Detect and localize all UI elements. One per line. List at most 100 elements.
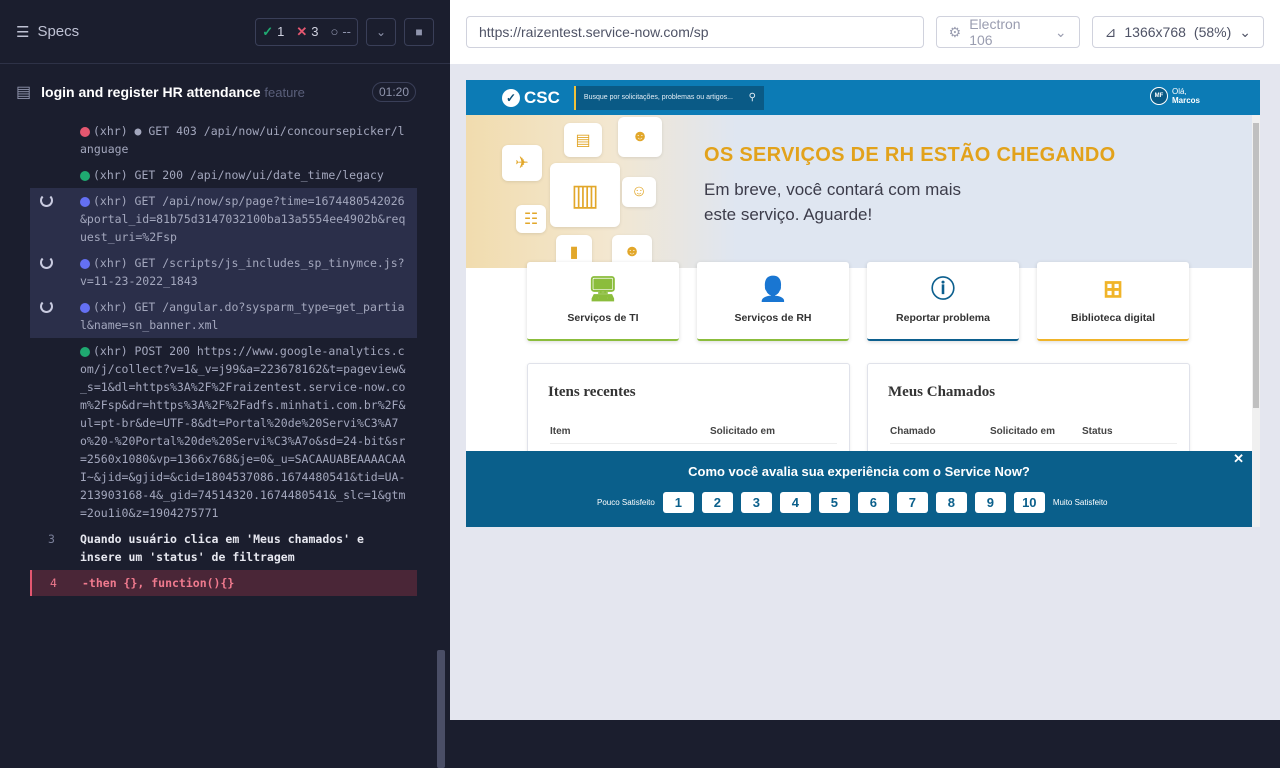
viewport-selector[interactable]: ⊿ 1366x768 (58%) ⌄: [1091, 16, 1264, 48]
hr-banner: ▤ ☻ ✈ ▥ ☺ ☷ ▮ ☻ OS SERVIÇOS DE RH ESTÃO …: [466, 115, 1260, 268]
log-text: (xhr) GET /scripts/js_includes_sp_tinymc…: [80, 256, 405, 288]
service-cards: 🖥 Serviços de TI 👤 Serviços de RH ⓘ Reportar …: [527, 262, 1189, 341]
specs-button[interactable]: ☰ Specs: [16, 23, 79, 41]
status-dot-icon: [80, 126, 90, 137]
status-dot-icon: [80, 196, 90, 207]
satisfaction-survey: Como você avalia sua experiência com o S…: [466, 451, 1252, 527]
document-icon: ▤: [16, 84, 32, 101]
log-entry[interactable]: (xhr) GET /angular.do?sysparm_type=get_p…: [30, 294, 417, 338]
test-step[interactable]: 4 -then {}, function(){}: [30, 570, 417, 596]
step-text: -then {}, function(){}: [82, 576, 235, 590]
user-name: Marcos: [1171, 96, 1200, 105]
log-entry[interactable]: (xhr) ● GET 403 /api/now/ui/concoursepic…: [30, 118, 417, 162]
url-field[interactable]: https://raizentest.service-now.com/sp: [466, 16, 924, 48]
card-label: Biblioteca digital: [1070, 311, 1155, 324]
card-label: Reportar problema: [896, 311, 990, 324]
rating-button[interactable]: 9: [974, 492, 1006, 513]
portal-logo[interactable]: ✓ CSC: [502, 88, 560, 108]
failed-count: ✕ 3: [296, 23, 319, 40]
status-dot-icon: [80, 258, 90, 269]
rating-scale: Pouco Satisfeito 1 2 3 4 5 6 7 8 9 10 Muito Satisf…: [597, 492, 1108, 513]
greeting: Olá,: [1171, 87, 1187, 96]
rating-button[interactable]: 8: [935, 492, 967, 513]
runner-header: ☰ Specs ✓ 1 ✕ 3 ○ -- ⌄ ■: [0, 0, 450, 64]
spinner-icon: [40, 194, 53, 207]
close-icon[interactable]: ✕: [1233, 451, 1244, 467]
spinner-icon: [40, 256, 53, 269]
user-menu[interactable]: MF Olá, Marcos: [1149, 87, 1200, 105]
chevron-down-icon: ⌄: [1054, 23, 1067, 40]
rating-button[interactable]: 6: [857, 492, 889, 513]
test-step[interactable]: 3 Quando usuário clica em 'Meus chamados'…: [30, 526, 417, 570]
log-text: (xhr) GET 200 /api/now/ui/date_time/lega…: [93, 168, 384, 182]
pending-count: ○ --: [330, 24, 351, 39]
column-requested: Solicitado em: [710, 426, 776, 437]
card-label: Serviços de RH: [734, 311, 812, 324]
service-card[interactable]: ⓘ Reportar problema: [867, 262, 1019, 341]
survey-question: Como você avalia sua experiência com o S…: [688, 464, 1030, 479]
log-text: (xhr) GET /api/now/sp/page?time=16744805…: [80, 194, 406, 244]
stop-button[interactable]: ■: [404, 17, 434, 46]
spec-header[interactable]: ▤ login and register HR attendance featu…: [16, 76, 416, 108]
scale-low-label: Pouco Satisfeito: [597, 498, 655, 507]
check-icon: ✓: [262, 23, 274, 39]
rating-button[interactable]: 7: [896, 492, 928, 513]
browser-selector[interactable]: ⚙ Electron 106 ⌄: [935, 16, 1080, 48]
log-scrollbar[interactable]: [434, 64, 448, 768]
recent-items-panel: Itens recentes Item Solicitado em: [527, 363, 850, 463]
iframe-scrollbar[interactable]: [1252, 115, 1260, 527]
log-text: (xhr) ● GET 403 /api/now/ui/concoursepic…: [80, 124, 405, 156]
search-icon[interactable]: ⚲: [749, 92, 756, 103]
step-number: 4: [50, 576, 57, 590]
log-text: (xhr) GET /angular.do?sysparm_type=get_p…: [80, 300, 405, 332]
rating-button[interactable]: 5: [818, 492, 850, 513]
step-text: Quando usuário clica em 'Meus chamados' …: [80, 532, 364, 564]
circle-icon: ○: [330, 24, 339, 39]
my-tickets-panel: Meus Chamados Chamado Solicitado em Stat…: [867, 363, 1190, 463]
test-runner-panel: ☰ Specs ✓ 1 ✕ 3 ○ -- ⌄ ■ ▤ login and regist…: [0, 0, 450, 768]
browser-name: Electron 106: [969, 16, 1021, 48]
column-status: Status: [1082, 426, 1113, 437]
chevron-down-icon: ⌄: [1239, 23, 1251, 40]
x-icon: ✕: [296, 23, 308, 39]
banner-title: OS SERVIÇOS DE RH ESTÃO CHEGANDO: [704, 144, 1116, 166]
card-icon: ⓘ: [931, 275, 955, 303]
log-entry[interactable]: (xhr) GET /scripts/js_includes_sp_tinymc…: [30, 250, 417, 294]
service-card[interactable]: 🖥 Serviços de TI: [527, 262, 679, 341]
app-iframe: ✓ CSC Busque por solicitações, problemas …: [466, 80, 1260, 527]
scale-high-label: Muito Satisfeito: [1052, 498, 1108, 507]
ruler-icon: ⊿: [1104, 23, 1117, 40]
my-tickets-title: Meus Chamados: [888, 384, 996, 400]
log-entry[interactable]: (xhr) GET 200 /api/now/ui/date_time/lega…: [30, 162, 417, 188]
step-number: 3: [48, 532, 55, 546]
portal-header: ✓ CSC Busque por solicitações, problemas …: [466, 80, 1260, 115]
status-dot-icon: [80, 302, 90, 313]
status-dot-icon: [80, 170, 90, 181]
log-text: (xhr) POST 200 https://www.google-analyt…: [80, 344, 406, 520]
log-entry[interactable]: (xhr) GET /api/now/sp/page?time=16744805…: [30, 188, 417, 250]
chevron-down-icon[interactable]: ⌄: [366, 17, 396, 46]
rating-button[interactable]: 2: [701, 492, 733, 513]
column-requested: Solicitado em: [990, 426, 1056, 437]
portal-search-input[interactable]: Busque por solicitações, problemas ou ar…: [573, 85, 764, 110]
rating-button[interactable]: 1: [662, 492, 694, 513]
list-icon: ☰: [16, 23, 30, 41]
spec-duration: 01:20: [371, 82, 416, 102]
rating-button[interactable]: 4: [779, 492, 811, 513]
rating-button[interactable]: 10: [1013, 492, 1045, 513]
plane-icon: ✈: [502, 145, 542, 181]
document-icon: ▤: [564, 123, 602, 157]
avatar: MF: [1149, 87, 1168, 105]
card-label: Serviços de TI: [567, 311, 639, 324]
rating-button[interactable]: 3: [740, 492, 772, 513]
service-card[interactable]: 👤 Serviços de RH: [697, 262, 849, 341]
worker-icon: ☺: [622, 177, 656, 207]
service-card[interactable]: ⊞ Biblioteca digital: [1037, 262, 1189, 341]
group-icon: ☷: [516, 205, 546, 233]
card-icon: ⊞: [1102, 275, 1124, 303]
check-icon: ✓: [502, 88, 520, 107]
log-entry[interactable]: (xhr) POST 200 https://www.google-analyt…: [30, 338, 417, 526]
browser-toolbar: https://raizentest.service-now.com/sp ⚙ …: [450, 0, 1280, 64]
viewport-size: 1366x768: [1124, 24, 1186, 40]
person-icon: ☻: [618, 117, 662, 157]
